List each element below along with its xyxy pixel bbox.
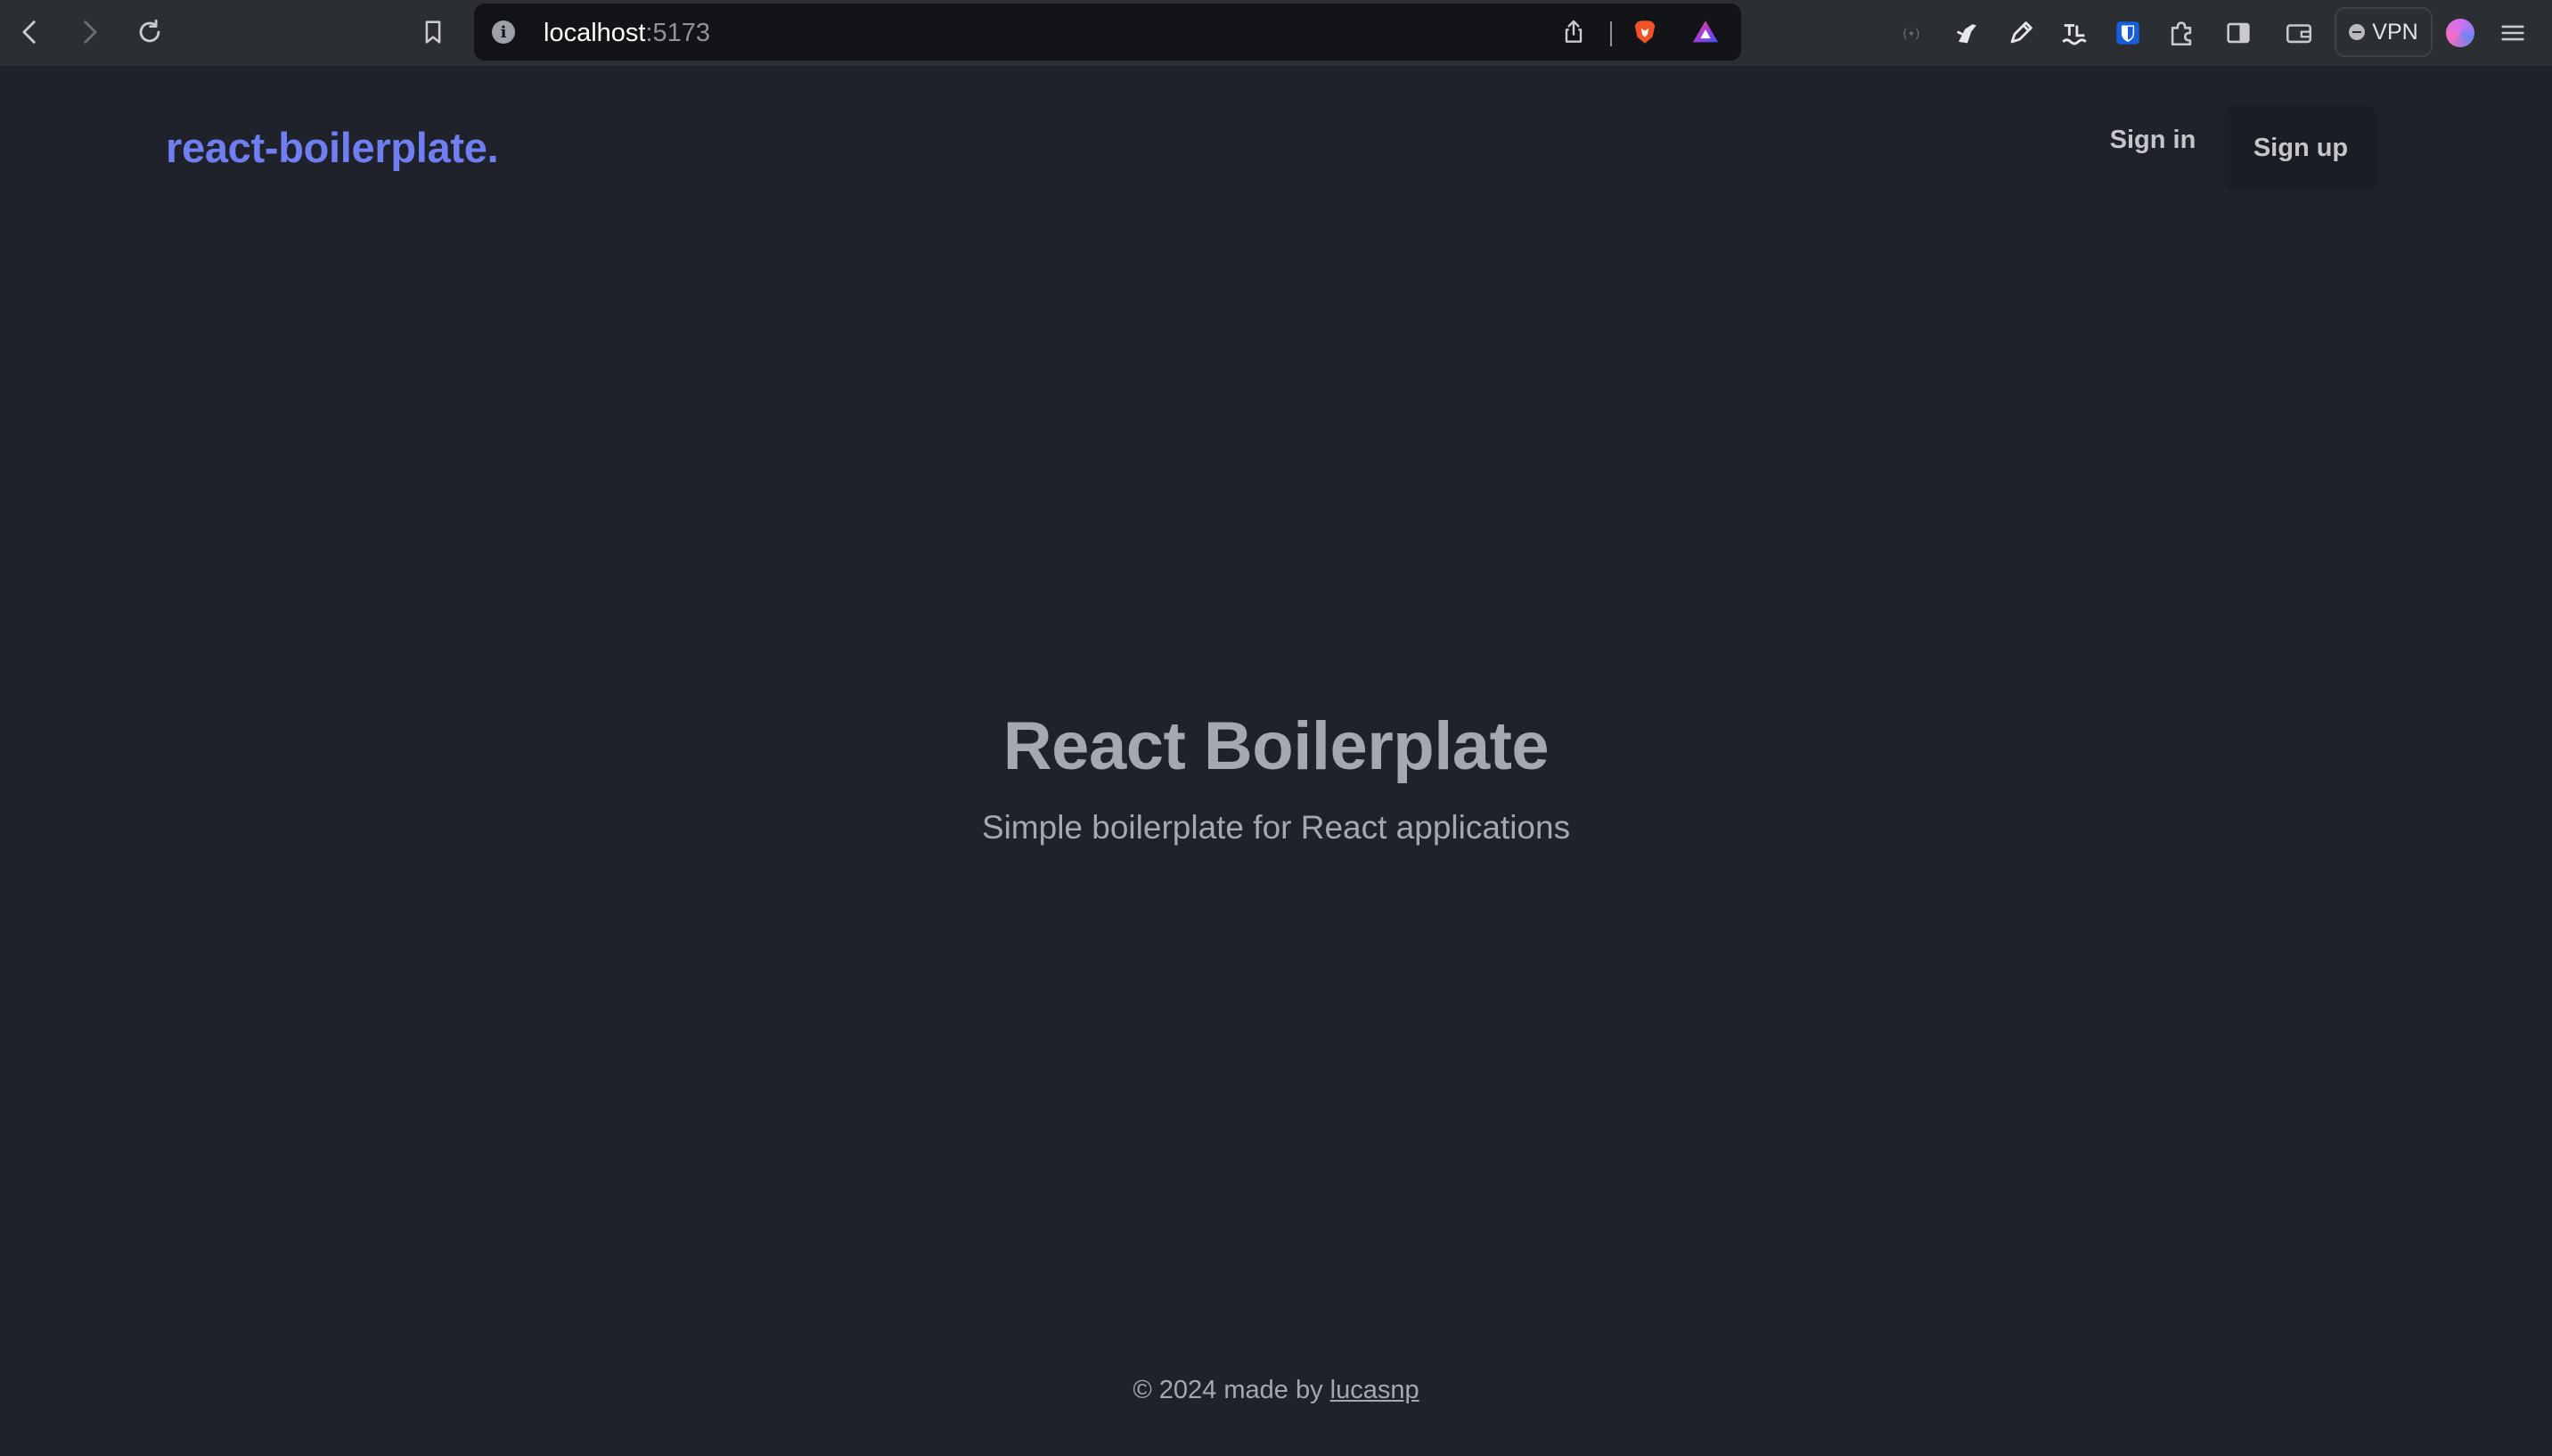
wallet-icon[interactable]	[2281, 15, 2317, 51]
browser-toolbar: i localhost:5173 (•) VPN	[0, 0, 2552, 66]
forward-button[interactable]	[70, 12, 109, 52]
profile-avatar[interactable]	[2446, 19, 2474, 47]
rocket-icon[interactable]	[1950, 15, 1985, 51]
hero-subtitle: Simple boilerplate for React application…	[981, 809, 1571, 846]
author-link[interactable]: lucasnp	[1330, 1376, 1419, 1404]
puzzle-icon[interactable]	[2163, 15, 2199, 51]
share-icon[interactable]	[1558, 16, 1590, 48]
site-logo[interactable]: react-boilerplate.	[166, 123, 499, 172]
chevron-right-icon	[84, 20, 97, 44]
vpn-status-icon	[2349, 24, 2366, 40]
address-bar[interactable]: i localhost:5173	[474, 4, 1741, 61]
brave-lion-icon[interactable]	[1629, 16, 1661, 48]
hamburger-icon[interactable]	[2495, 15, 2531, 51]
site-footer: © 2024 made by lucasnp	[0, 1376, 2552, 1405]
site-header: react-boilerplate. Sign in Sign up	[0, 66, 2552, 232]
chevron-left-icon	[22, 20, 36, 44]
wifi-icon[interactable]: (•)	[1896, 15, 1932, 51]
url-host: localhost	[544, 19, 646, 47]
pen-icon[interactable]	[2003, 15, 2039, 51]
reload-icon	[139, 19, 160, 43]
bookmark-icon	[425, 20, 441, 44]
wave-icon[interactable]	[2057, 15, 2092, 51]
svg-text:(•): (•)	[1902, 28, 1919, 42]
hero-title: React Boilerplate	[1002, 708, 1550, 784]
sign-up-button[interactable]: Sign up	[2225, 105, 2376, 191]
vpn-label: VPN	[2372, 19, 2418, 45]
bookmark-button[interactable]	[413, 12, 453, 52]
triangle-icon[interactable]	[1689, 16, 1722, 48]
hero-section: React Boilerplate Simple boilerplate for…	[0, 704, 2552, 850]
bitwarden-shield-icon[interactable]	[2110, 15, 2146, 51]
footer-copyright: © 2024 made by	[1133, 1376, 1330, 1404]
url-divider	[1610, 21, 1612, 46]
info-icon[interactable]: i	[492, 20, 515, 44]
vpn-button[interactable]: VPN	[2335, 7, 2433, 57]
sign-in-button[interactable]: Sign in	[2094, 105, 2212, 175]
back-button[interactable]	[11, 12, 50, 52]
sidebar-icon[interactable]	[2221, 15, 2256, 51]
url-port: :5173	[645, 19, 711, 47]
url-text[interactable]: localhost:5173	[544, 19, 710, 48]
reload-button[interactable]	[130, 12, 169, 52]
